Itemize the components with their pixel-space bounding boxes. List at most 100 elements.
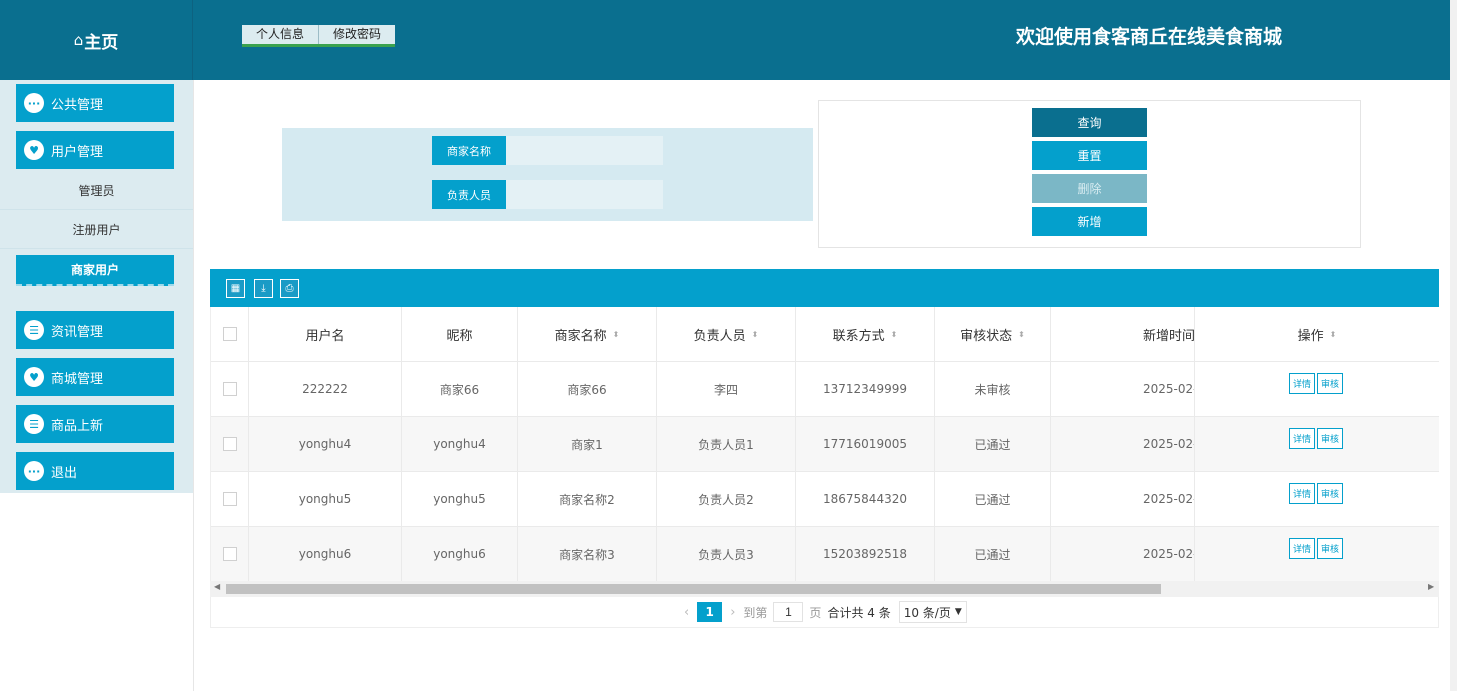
print-icon[interactable]: ⎙	[280, 279, 299, 298]
cell-owner: 负责人员2	[657, 472, 796, 526]
cell-status: 已通过	[935, 417, 1051, 471]
col-username[interactable]: 用户名	[249, 307, 402, 361]
audit-button[interactable]: 审核	[1317, 428, 1344, 449]
sidebar-item-registered-users[interactable]: 注册用户	[0, 211, 193, 249]
col-nickname[interactable]: 昵称	[402, 307, 518, 361]
next-page-icon[interactable]: ›	[730, 605, 735, 620]
row-checkbox[interactable]	[222, 437, 237, 451]
cell-username: yonghu4	[249, 417, 402, 471]
detail-button[interactable]: 详情	[1288, 428, 1315, 449]
chevron-down-icon: ▼	[954, 607, 962, 617]
select-all-checkbox[interactable]	[222, 327, 237, 341]
select-all-cell	[211, 307, 249, 361]
detail-button[interactable]: 详情	[1288, 483, 1315, 504]
menu-users[interactable]: ♥ 用户管理	[16, 131, 174, 169]
row-checkbox[interactable]	[222, 382, 237, 396]
cell-phone: 13712349999	[796, 362, 935, 416]
scroll-right-icon[interactable]: ▶	[1428, 582, 1434, 591]
top-header: ⌂ 主页 个人信息 修改密码 欢迎使用食客商丘在线美食商城	[0, 0, 1457, 80]
col-merchant[interactable]: 商家名称 ⬍	[518, 307, 657, 361]
audit-button[interactable]: 审核	[1317, 538, 1344, 559]
table-row: 222222 商家66 商家66 李四 13712349999 未审核 2025…	[211, 362, 1439, 417]
col-label: 操作	[1297, 328, 1324, 344]
page-scrollbar[interactable]	[1450, 0, 1457, 691]
delete-button[interactable]: 删除	[1032, 174, 1147, 203]
list-icon: ☰	[24, 414, 44, 434]
menu-label: 资讯管理	[51, 324, 104, 340]
detail-button[interactable]: 详情	[1288, 538, 1315, 559]
cell-merchant: 商家1	[518, 417, 657, 471]
tab-profile[interactable]: 个人信息	[242, 25, 320, 44]
col-label: 联系方式	[832, 328, 885, 344]
menu-new-products[interactable]: ☰ 商品上新	[16, 405, 174, 443]
home-label: 主页	[84, 32, 119, 53]
add-button[interactable]: 新增	[1032, 207, 1147, 236]
col-label: 负责人员	[693, 328, 746, 344]
pagination-bar: ‹ 1 › 到第 页 合计共 4 条 10 条/页 ▼	[210, 597, 1439, 628]
page-number-current[interactable]: 1	[697, 602, 723, 622]
table-toolbar: ▦ ⤓ ⎙	[210, 269, 1439, 307]
sidebar-item-merchant-users[interactable]: 商家用户	[16, 255, 174, 286]
table-horizontal-scrollbar[interactable]: ◀ ▶	[210, 581, 1439, 597]
row-checkbox[interactable]	[222, 547, 237, 561]
cell-phone: 15203892518	[796, 527, 935, 581]
row-select-cell	[211, 362, 249, 416]
export-icon[interactable]: ⤓	[254, 279, 273, 298]
audit-button[interactable]: 审核	[1317, 373, 1344, 394]
columns-icon[interactable]: ▦	[226, 279, 245, 298]
table-row: yonghu6 yonghu6 商家名称3 负责人员3 15203892518 …	[211, 527, 1439, 581]
sort-icon[interactable]: ⬍	[1018, 330, 1025, 339]
cell-time: 2025-02-13 16	[1051, 417, 1195, 471]
menu-public[interactable]: ··· 公共管理	[16, 84, 174, 122]
row-checkbox[interactable]	[222, 492, 237, 506]
menu-label: 用户管理	[51, 144, 104, 160]
col-actions: 操作 ⬍	[1195, 307, 1439, 361]
page-size-select[interactable]: 10 条/页 ▼	[898, 601, 967, 623]
col-time[interactable]: 新增时间	[1051, 307, 1195, 361]
home-link[interactable]: ⌂ 主页	[0, 0, 193, 80]
merchant-name-input[interactable]	[506, 136, 663, 165]
scroll-left-icon[interactable]: ◀	[214, 582, 220, 591]
prev-page-icon[interactable]: ‹	[684, 605, 689, 620]
sort-icon[interactable]: ⬍	[891, 330, 898, 339]
page-unit-label: 页	[809, 605, 822, 620]
menu-news[interactable]: ☰ 资讯管理	[16, 311, 174, 349]
detail-button[interactable]: 详情	[1288, 373, 1315, 394]
cell-status: 已通过	[935, 472, 1051, 526]
home-icon: ⌂	[73, 31, 84, 49]
row-select-cell	[211, 417, 249, 471]
pagination: ‹ 1 › 到第 页 合计共 4 条 10 条/页 ▼	[676, 601, 967, 623]
menu-shop[interactable]: ♥ 商城管理	[16, 358, 174, 396]
owner-input[interactable]	[506, 180, 663, 209]
goto-page-input[interactable]	[773, 602, 804, 622]
sort-icon[interactable]: ⬍	[752, 330, 759, 339]
cell-username: 222222	[249, 362, 402, 416]
col-phone[interactable]: 联系方式 ⬍	[796, 307, 935, 361]
sort-icon[interactable]: ⬍	[613, 330, 620, 339]
cell-actions: 详情 审核	[1195, 472, 1439, 526]
reset-button[interactable]: 重置	[1032, 141, 1147, 170]
query-button[interactable]: 查询	[1032, 108, 1147, 137]
tab-change-password[interactable]: 修改密码	[319, 25, 396, 44]
page-size-value: 10 条/页	[903, 605, 951, 620]
cell-time: 2025-02-13 16	[1051, 472, 1195, 526]
sidebar-item-admin[interactable]: 管理员	[0, 172, 193, 210]
list-icon: ☰	[24, 320, 44, 340]
cell-status: 未审核	[935, 362, 1051, 416]
cell-status: 已通过	[935, 527, 1051, 581]
chat-icon: ···	[24, 461, 44, 481]
menu-logout[interactable]: ··· 退出	[16, 452, 174, 490]
col-status[interactable]: 审核状态 ⬍	[935, 307, 1051, 361]
cell-nickname: 商家66	[402, 362, 518, 416]
sort-icon[interactable]: ⬍	[1330, 330, 1337, 339]
audit-button[interactable]: 审核	[1317, 483, 1344, 504]
cell-owner: 负责人员1	[657, 417, 796, 471]
cell-nickname: yonghu6	[402, 527, 518, 581]
col-owner[interactable]: 负责人员 ⬍	[657, 307, 796, 361]
cell-merchant: 商家名称3	[518, 527, 657, 581]
cell-phone: 18675844320	[796, 472, 935, 526]
cell-username: yonghu5	[249, 472, 402, 526]
scrollbar-thumb[interactable]	[226, 584, 1161, 594]
menu-label: 商品上新	[51, 418, 104, 434]
menu-label: 商城管理	[51, 371, 104, 387]
